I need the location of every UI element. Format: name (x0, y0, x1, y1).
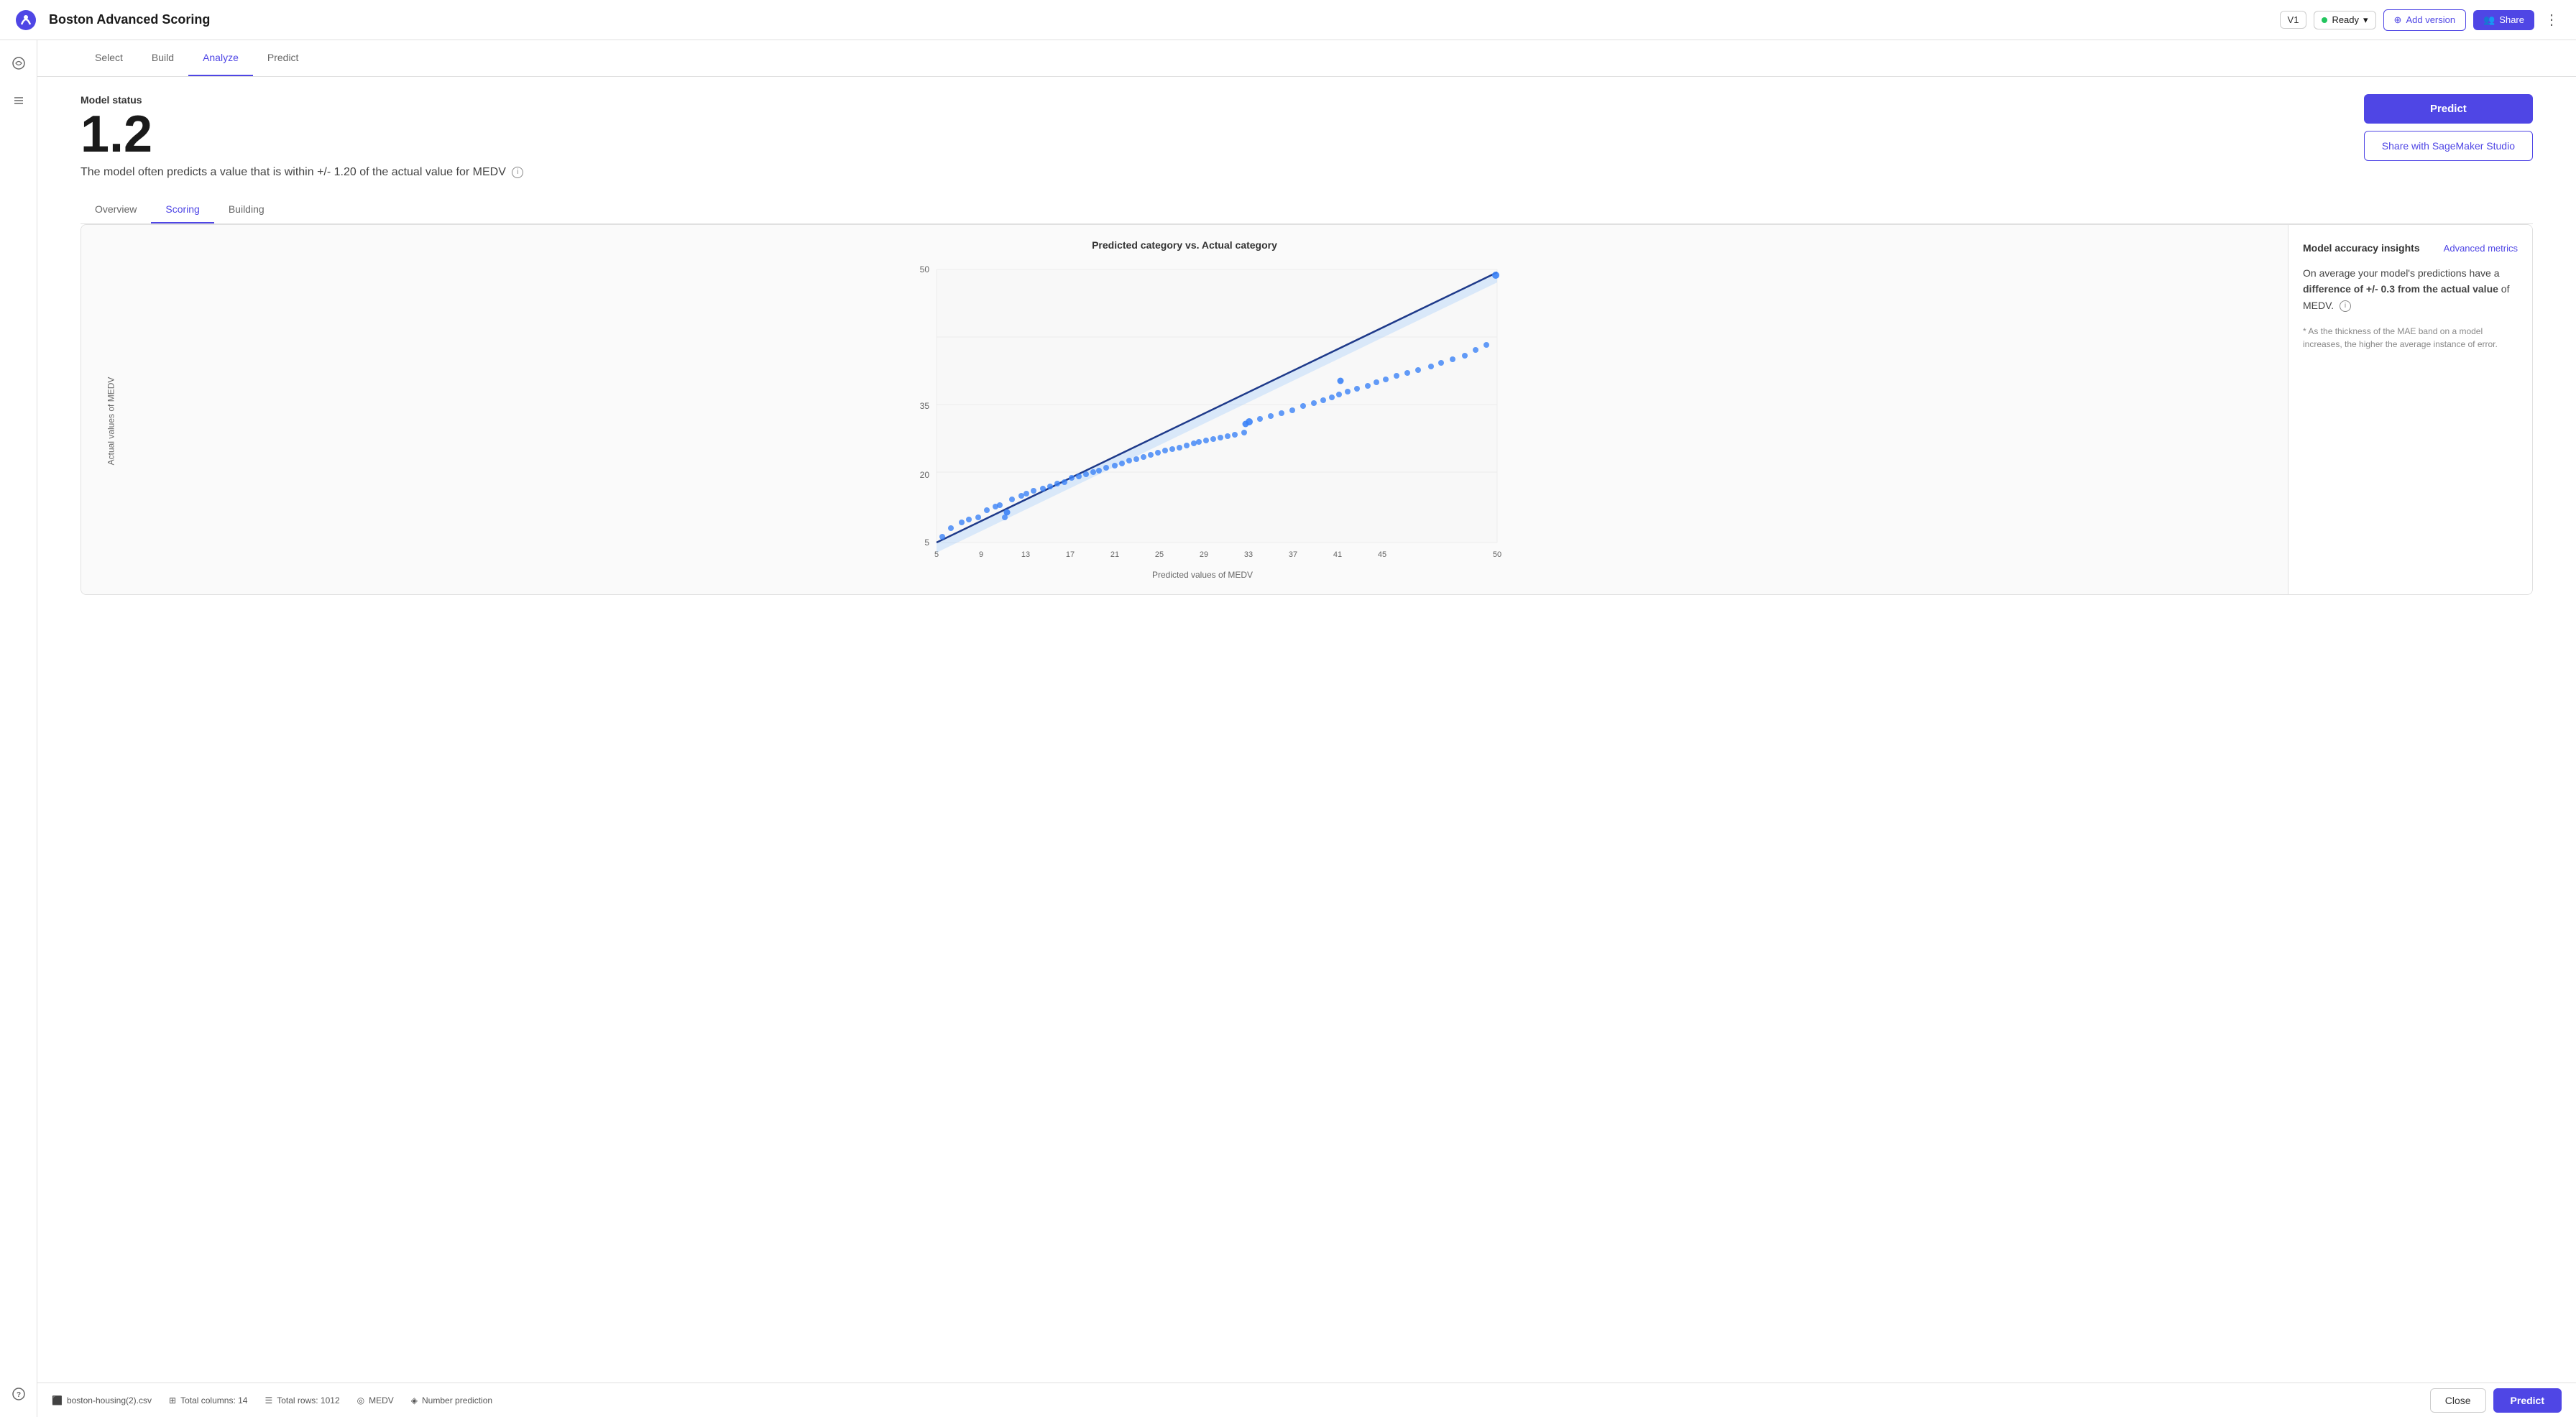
sub-tabs: Overview Scoring Building (80, 196, 2533, 224)
model-status-label: Model status (80, 94, 523, 106)
insights-panel: Model accuracy insights Advanced metrics… (2288, 225, 2532, 594)
add-version-button[interactable]: ⊕ Add version (2383, 9, 2467, 31)
chart-wrapper: Actual values of MEDV (96, 262, 2273, 580)
svg-text:?: ? (16, 1391, 20, 1399)
advanced-metrics-link[interactable]: Advanced metrics (2444, 243, 2518, 254)
model-status-info-icon[interactable]: i (512, 167, 523, 178)
ready-badge[interactable]: Ready ▾ (2314, 11, 2375, 29)
svg-text:41: 41 (1333, 550, 1342, 559)
svg-text:50: 50 (920, 264, 930, 274)
tab-predict[interactable]: Predict (253, 40, 313, 76)
sub-tab-overview[interactable]: Overview (80, 196, 151, 223)
plus-icon: ⊕ (2394, 14, 2402, 26)
columns-icon: ⊞ (169, 1395, 176, 1406)
main-content: Select Build Analyze Predict Model statu… (37, 40, 2576, 1417)
bottom-file-name: boston-housing(2).csv (67, 1395, 152, 1406)
svg-text:9: 9 (979, 550, 983, 559)
svg-text:35: 35 (920, 401, 930, 411)
share-button[interactable]: 👥 Share (2473, 10, 2534, 30)
chart-x-label: Predicted values of MEDV (132, 570, 2273, 580)
app-title: Boston Advanced Scoring (49, 12, 2268, 27)
tab-select[interactable]: Select (80, 40, 137, 76)
type-icon: ◈ (411, 1395, 418, 1406)
bottom-rows-meta: ☰ Total rows: 1012 (264, 1395, 339, 1406)
chart-title: Predicted category vs. Actual category (96, 239, 2273, 251)
topbar-actions: V1 Ready ▾ ⊕ Add version 👥 Share ⋮ (2280, 8, 2562, 32)
svg-text:25: 25 (1155, 550, 1164, 559)
bottom-columns: Total columns: 14 (180, 1395, 247, 1406)
more-options-button[interactable]: ⋮ (2542, 8, 2562, 32)
rows-icon: ☰ (264, 1395, 272, 1406)
predict-bottom-button[interactable]: Predict (2493, 1388, 2562, 1413)
model-status-desc: The model often predicts a value that is… (80, 166, 523, 179)
bottom-file-meta: ⬛ boston-housing(2).csv (52, 1395, 152, 1406)
chart-section: Predicted category vs. Actual category A… (80, 224, 2533, 595)
insights-note: * As the thickness of the MAE band on a … (2303, 325, 2518, 351)
svg-text:20: 20 (920, 470, 930, 480)
chart-area: 5 20 35 50 5 9 13 17 (132, 262, 2273, 564)
chevron-down-icon: ▾ (2363, 14, 2368, 26)
target-icon: ◎ (357, 1395, 364, 1406)
share-icon: 👥 (2483, 14, 2495, 26)
content-area: Model status 1.2 The model often predict… (37, 77, 2576, 1383)
svg-text:37: 37 (1289, 550, 1297, 559)
sagemaker-button[interactable]: Share with SageMaker Studio (2364, 131, 2533, 161)
sub-tab-building[interactable]: Building (214, 196, 279, 223)
svg-text:21: 21 (1110, 550, 1119, 559)
svg-text:5: 5 (924, 537, 929, 548)
ready-label: Ready (2332, 14, 2359, 25)
tab-analyze[interactable]: Analyze (188, 40, 253, 76)
sidebar-icon-help[interactable]: ? (7, 1383, 30, 1406)
share-label: Share (2499, 14, 2524, 25)
svg-text:50: 50 (1493, 550, 1501, 559)
insights-text: On average your model's predictions have… (2303, 265, 2518, 313)
bottom-bar: ⬛ boston-housing(2).csv ⊞ Total columns:… (37, 1383, 2576, 1417)
svg-text:45: 45 (1378, 550, 1386, 559)
close-button[interactable]: Close (2430, 1388, 2486, 1413)
svg-text:29: 29 (1200, 550, 1208, 559)
app-logo (14, 9, 37, 32)
tab-build[interactable]: Build (137, 40, 188, 76)
svg-text:33: 33 (1244, 550, 1253, 559)
bottom-rows: Total rows: 1012 (277, 1395, 339, 1406)
chart-y-label: Actual values of MEDV (106, 377, 116, 466)
file-icon: ⬛ (52, 1395, 63, 1406)
sidebar-icon-brain[interactable] (7, 52, 30, 75)
model-status-left: Model status 1.2 The model often predict… (80, 94, 523, 179)
svg-text:17: 17 (1066, 550, 1075, 559)
predict-main-button[interactable]: Predict (2364, 94, 2533, 124)
bottom-columns-meta: ⊞ Total columns: 14 (169, 1395, 247, 1406)
model-status-actions: Predict Share with SageMaker Studio (2364, 94, 2533, 161)
bottom-target: MEDV (369, 1395, 394, 1406)
insights-title: Model accuracy insights (2303, 242, 2420, 254)
ready-dot (2322, 17, 2327, 23)
nav-tabs: Select Build Analyze Predict (37, 40, 2576, 77)
bottom-type: Number prediction (422, 1395, 492, 1406)
add-version-label: Add version (2406, 14, 2455, 25)
chart-container: Predicted category vs. Actual category A… (81, 225, 2288, 594)
bottom-actions: Close Predict (2430, 1388, 2562, 1413)
sidebar: ? (0, 40, 37, 1417)
bottom-type-meta: ◈ Number prediction (411, 1395, 492, 1406)
sub-tab-scoring[interactable]: Scoring (151, 196, 213, 223)
model-status-number: 1.2 (80, 109, 523, 160)
svg-text:13: 13 (1021, 550, 1030, 559)
sidebar-icon-list[interactable] (7, 89, 30, 112)
bottom-target-meta: ◎ MEDV (357, 1395, 394, 1406)
insights-header: Model accuracy insights Advanced metrics (2303, 242, 2518, 254)
model-status-section: Model status 1.2 The model often predict… (80, 94, 2533, 179)
insights-info-icon[interactable]: i (2340, 300, 2351, 312)
version-badge[interactable]: V1 (2280, 11, 2307, 29)
